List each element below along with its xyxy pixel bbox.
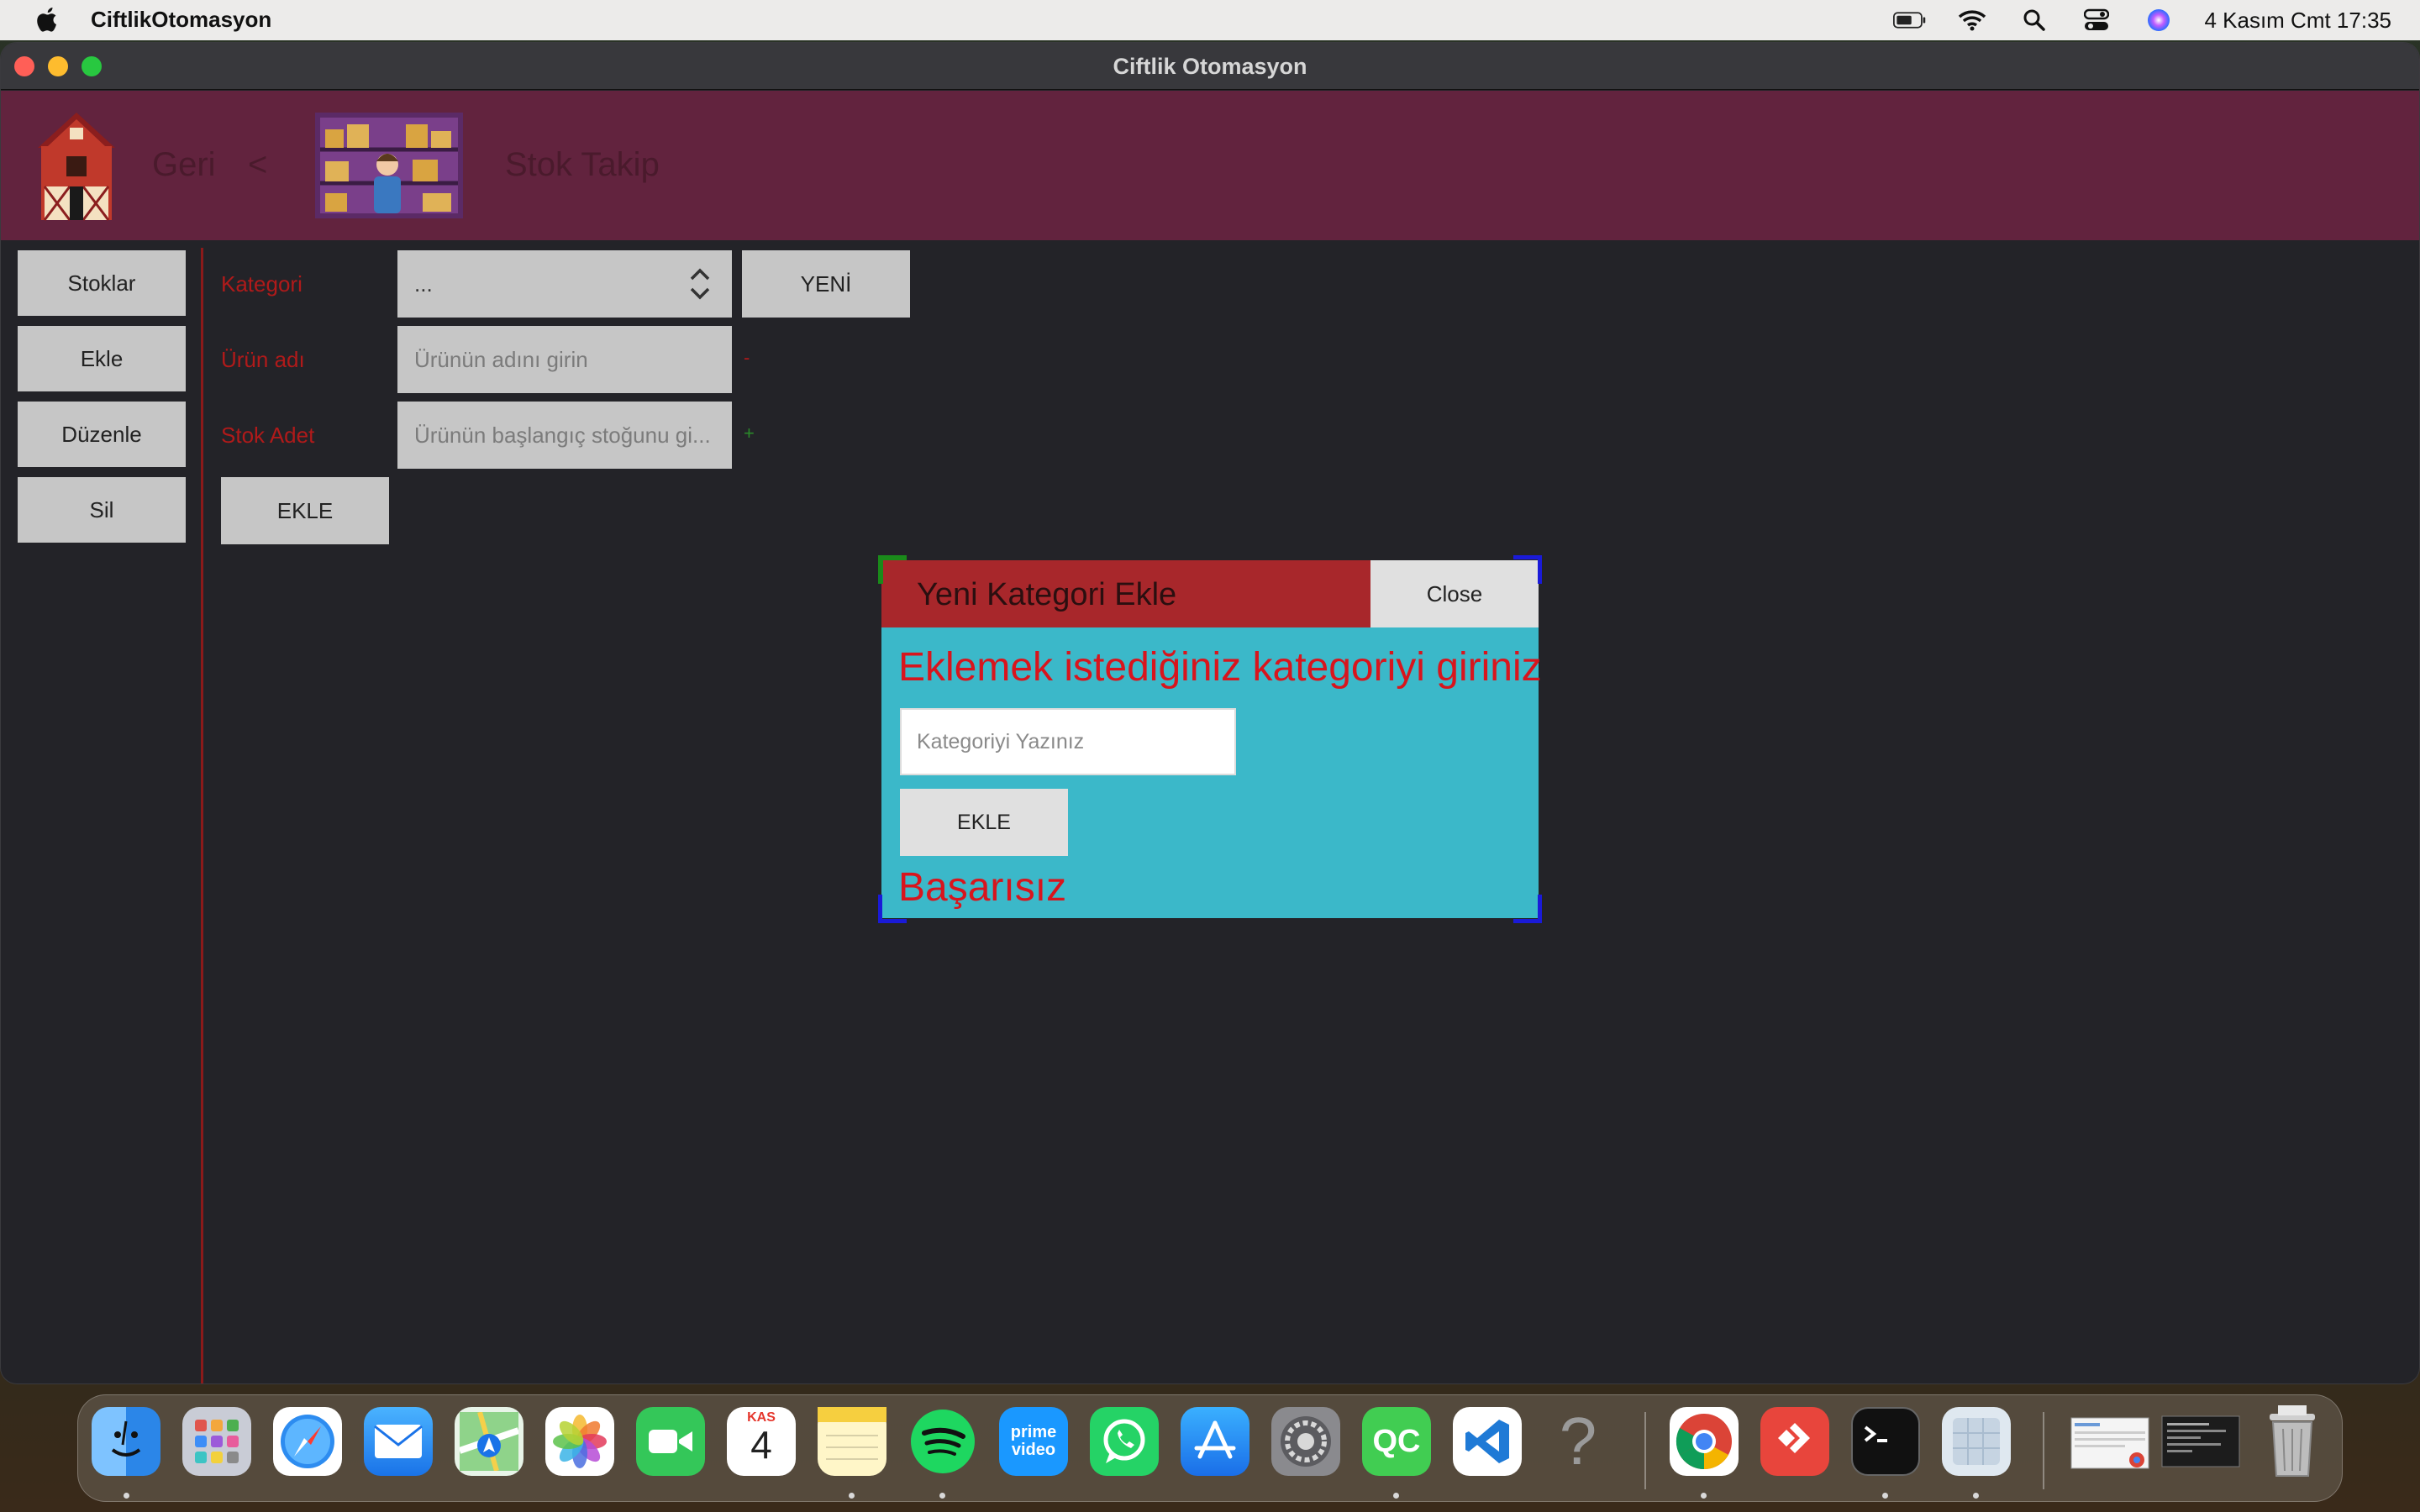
dialog-title: Yeni Kategori Ekle xyxy=(917,577,1177,612)
dialog-add-button[interactable]: EKLE xyxy=(900,789,1068,856)
anydesk-icon[interactable] xyxy=(1760,1407,1829,1476)
trash-icon[interactable] xyxy=(2258,1405,2327,1477)
launchpad-icon[interactable] xyxy=(182,1407,251,1476)
dock-separator xyxy=(1644,1412,1646,1489)
facetime-icon[interactable] xyxy=(636,1407,705,1476)
dock-separator xyxy=(2043,1412,2044,1489)
warehouse-stock-icon xyxy=(315,113,463,218)
barn-logo-icon[interactable] xyxy=(33,109,120,222)
maps-icon[interactable] xyxy=(455,1407,523,1476)
product-name-input[interactable]: Ürünün adını girin xyxy=(397,326,732,393)
resize-corner-top-right[interactable] xyxy=(1513,555,1542,584)
active-app-name[interactable]: CiftlikOtomasyon xyxy=(91,7,271,33)
running-indicator xyxy=(1882,1493,1888,1499)
running-indicator xyxy=(1973,1493,1979,1499)
qt-creator-label: QC xyxy=(1372,1423,1421,1459)
sidebar-edit-button[interactable]: Düzenle xyxy=(18,402,186,467)
product-name-label: Ürün adı xyxy=(221,347,305,372)
recent-document-thumbnail-1[interactable] xyxy=(2070,1407,2150,1476)
stock-count-input[interactable]: Ürünün başlangıç stoğunu gi... xyxy=(397,402,732,469)
mail-icon[interactable] xyxy=(364,1407,433,1476)
sidebar-stocks-button[interactable]: Stoklar xyxy=(18,250,186,316)
app-header: Geri < Stok Takip xyxy=(1,91,2419,240)
minus-mark: - xyxy=(744,347,750,368)
battery-icon[interactable] xyxy=(1893,8,1927,33)
app-store-icon[interactable] xyxy=(1181,1407,1249,1476)
window-titlebar[interactable]: Ciftlik Otomasyon xyxy=(1,43,2419,90)
category-label: Kategori xyxy=(221,271,302,297)
video-label: video xyxy=(1011,1441,1056,1459)
menubar-datetime[interactable]: 4 Kasım Cmt 17:35 xyxy=(2204,8,2391,34)
back-label[interactable]: Geri xyxy=(152,146,216,184)
page-title: Stok Takip xyxy=(505,146,660,183)
wifi-icon[interactable] xyxy=(1955,8,1989,33)
plus-mark: + xyxy=(744,423,755,444)
running-indicator xyxy=(124,1493,129,1499)
running-indicator xyxy=(1393,1493,1399,1499)
recent-document-thumbnail-2[interactable] xyxy=(2160,1407,2241,1476)
window-title: Ciftlik Otomasyon xyxy=(1113,54,1307,79)
dock: KAS 4 prime video QC ? xyxy=(77,1394,2343,1502)
calendar-icon[interactable]: KAS 4 xyxy=(727,1407,796,1476)
running-indicator xyxy=(939,1493,945,1499)
sidebar-add-button[interactable]: Ekle xyxy=(18,326,186,391)
question-mark-glyph: ? xyxy=(1559,1404,1597,1478)
dialog-status-text: Başarısız xyxy=(898,865,1067,910)
app-window: Ciftlik Otomasyon Geri < Stok Takip Stok… xyxy=(0,42,2420,1384)
chrome-icon[interactable] xyxy=(1670,1407,1739,1476)
category-select-value: ... xyxy=(414,270,433,297)
sidebar-divider xyxy=(201,248,203,1383)
spotify-icon[interactable] xyxy=(908,1407,977,1476)
whatsapp-icon[interactable] xyxy=(1090,1407,1159,1476)
select-updown-icon xyxy=(690,268,710,300)
finder-icon[interactable] xyxy=(92,1407,160,1476)
menu-bar: CiftlikOtomasyon 4 Kasım Cmt 17:35 xyxy=(0,0,2420,40)
resize-corner-bottom-left[interactable] xyxy=(878,895,907,923)
safari-icon[interactable] xyxy=(273,1407,342,1476)
prime-video-icon[interactable]: prime video xyxy=(999,1407,1068,1476)
vscode-icon[interactable] xyxy=(1453,1407,1522,1476)
running-indicator xyxy=(1701,1493,1707,1499)
calendar-day: 4 xyxy=(750,1423,772,1467)
preview-window-icon[interactable] xyxy=(1942,1407,2011,1476)
sidebar-delete-button[interactable]: Sil xyxy=(18,477,186,543)
add-product-button[interactable]: EKLE xyxy=(221,477,389,544)
prime-label: prime xyxy=(1010,1423,1057,1441)
back-arrow[interactable]: < xyxy=(248,146,267,184)
category-select[interactable]: ... xyxy=(397,250,732,318)
system-settings-icon[interactable] xyxy=(1271,1407,1340,1476)
resize-corner-bottom-right[interactable] xyxy=(1513,895,1542,923)
search-icon[interactable] xyxy=(2018,8,2051,33)
terminal-icon[interactable] xyxy=(1851,1407,1920,1476)
photos-icon[interactable] xyxy=(545,1407,614,1476)
running-indicator xyxy=(849,1493,855,1499)
resize-corner-top-left[interactable] xyxy=(878,555,907,584)
new-category-dialog: Yeni Kategori Ekle Close Eklemek istediğ… xyxy=(878,555,1542,923)
control-center-icon[interactable] xyxy=(2080,8,2113,33)
siri-icon[interactable] xyxy=(2142,8,2175,33)
qt-creator-icon[interactable]: QC xyxy=(1362,1407,1431,1476)
apple-menu-icon[interactable] xyxy=(32,5,60,35)
dialog-header: Yeni Kategori Ekle xyxy=(881,560,1370,627)
stock-count-label: Stok Adet xyxy=(221,423,315,448)
unknown-app-icon[interactable]: ? xyxy=(1544,1407,1612,1476)
dialog-prompt: Eklemek istediğiniz kategoriyi giriniz xyxy=(898,645,1542,690)
category-name-input[interactable]: Kategoriyi Yazınız xyxy=(900,708,1236,775)
new-category-button[interactable]: YENİ xyxy=(742,250,910,318)
notes-icon[interactable] xyxy=(818,1407,886,1476)
